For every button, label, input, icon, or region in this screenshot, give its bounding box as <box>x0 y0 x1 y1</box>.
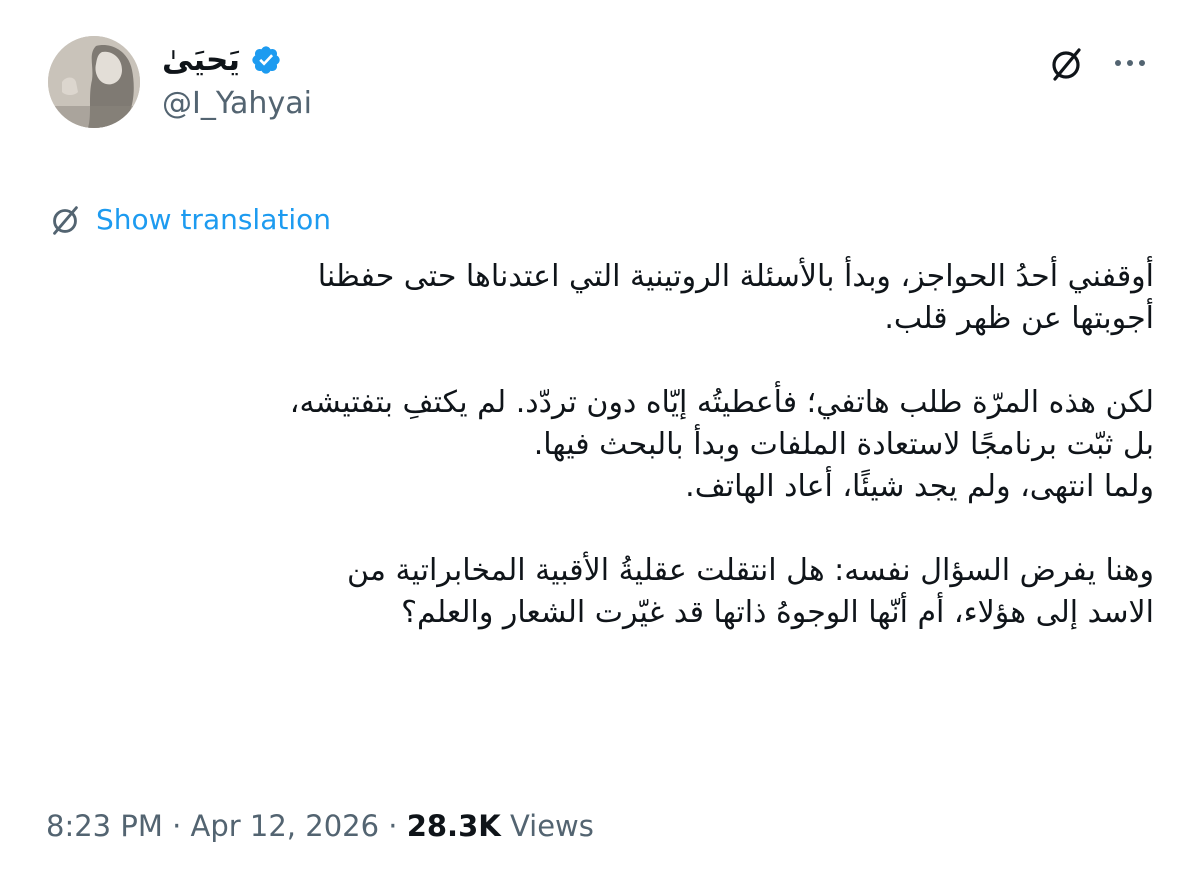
translate-icon <box>53 206 78 235</box>
views-label: Views <box>509 809 594 843</box>
tweet-paragraph: أوقفني أحدُ الحواجز، وبدأ بالأسئلة الروت… <box>46 256 1154 340</box>
avatar-photo <box>48 36 140 128</box>
tweet-line: أوقفني أحدُ الحواجز، وبدأ بالأسئلة الروت… <box>317 259 1154 294</box>
tweet-line: لكن هذه المرّة طلب هاتفي؛ فأعطيتُه إيّاه… <box>289 385 1154 420</box>
tweet-date[interactable]: Apr 12, 2026 <box>191 806 380 846</box>
views-spacer <box>501 806 510 846</box>
header-translate-button[interactable] <box>1046 44 1086 84</box>
tweet-line: الاسد إلى هؤلاء، أم أنّها الوجوهُ ذاتها … <box>401 595 1154 630</box>
tweet-line: أجوبتها عن ظهر قلب. <box>884 301 1154 336</box>
show-translation-label[interactable]: Show translation <box>96 200 331 240</box>
tweet-text: أوقفني أحدُ الحواجز، وبدأ بالأسئلة الروت… <box>46 256 1154 634</box>
author-name-row[interactable]: يَحيَىٰ <box>162 38 282 82</box>
tweet-paragraph: وهنا يفرض السؤال نفسه: هل انتقلت عقليةُ … <box>46 550 1154 634</box>
show-translation-link[interactable]: Show translation <box>46 200 331 240</box>
author-handle[interactable]: @I_Yahyai <box>162 84 312 124</box>
tweet-line: ولما انتهى، ولم يجد شيئًا، أعاد الهاتف. <box>685 469 1154 504</box>
verified-badge-icon <box>252 46 280 74</box>
tweet-time[interactable]: 8:23 PM <box>46 806 163 846</box>
translate-icon <box>1052 48 1081 81</box>
avatar[interactable] <box>48 36 140 128</box>
views-count: 28.3K <box>406 809 501 843</box>
tweet-meta: 8:23 PM · Apr 12, 2026 · 28.3K Views <box>46 806 594 846</box>
author-display-name[interactable]: يَحيَىٰ <box>162 38 240 82</box>
more-options-button[interactable] <box>1110 48 1150 78</box>
meta-separator: · <box>162 809 191 843</box>
meta-separator: · <box>379 809 407 843</box>
tweet-line: وهنا يفرض السؤال نفسه: هل انتقلت عقليةُ … <box>347 553 1154 588</box>
tweet-paragraph: لكن هذه المرّة طلب هاتفي؛ فأعطيتُه إيّاه… <box>46 382 1154 508</box>
more-icon <box>1115 60 1145 66</box>
tweet-line: بل ثبّت برنامجًا لاستعادة الملفات وبدأ ب… <box>533 427 1154 462</box>
